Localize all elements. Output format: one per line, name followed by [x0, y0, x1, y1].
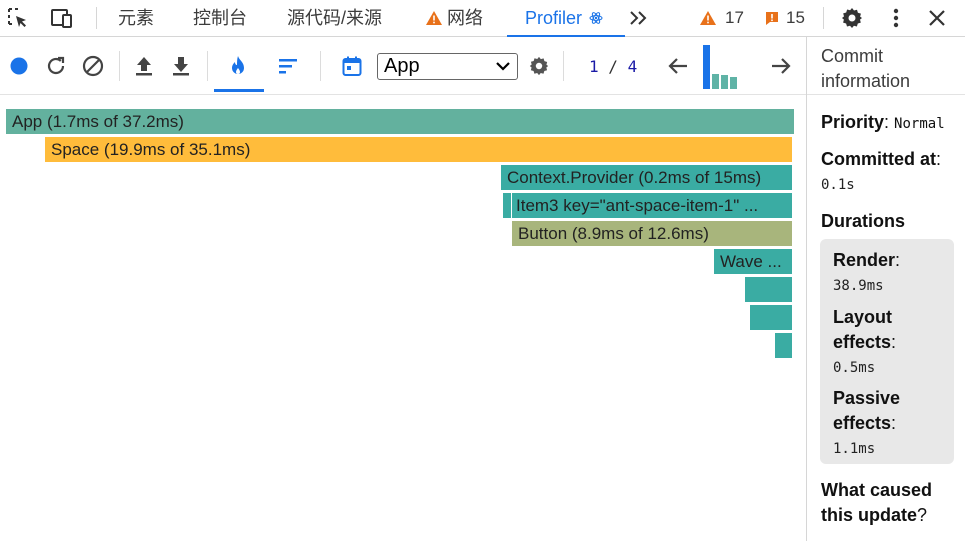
committed-at-text: Committed at — [821, 149, 937, 169]
commit-bar[interactable] — [712, 74, 719, 89]
flamegraph: App (1.7ms of 37.2ms) Space (19.9ms of 3… — [0, 96, 806, 541]
durations-label: Durations — [821, 211, 906, 231]
warning-icon — [425, 2, 443, 38]
divider — [119, 51, 120, 81]
flame-node-item3[interactable]: Item3 key="ant-space-item-1" ... — [512, 193, 792, 218]
divider — [563, 51, 564, 81]
layout-effects-label-line1: Layout — [833, 307, 893, 327]
flame-node-button[interactable]: Button (8.9ms of 12.6ms) — [512, 221, 792, 246]
durations-box: Render: 38.9ms Layout effects: 0.5ms Pas… — [820, 239, 954, 464]
panel-title: Commit information — [807, 37, 965, 95]
what-caused-label-line2: this update? — [821, 505, 928, 525]
divider — [207, 51, 208, 81]
commit-bar[interactable] — [721, 75, 728, 89]
commit-current: 1 — [589, 57, 599, 76]
tab-elements[interactable]: 元素 — [118, 0, 154, 36]
tab-profiler[interactable]: Profiler — [525, 0, 603, 36]
close-icon[interactable] — [924, 5, 950, 31]
passive-effects-label-line1: Passive — [833, 388, 901, 408]
chevron-down-icon — [495, 56, 511, 83]
tab-network-label: 网络 — [447, 8, 483, 28]
commit-information-panel: Commit information Priority: Normal Comm… — [806, 37, 965, 541]
priority-row: Priority: Normal — [821, 112, 945, 132]
commit-index: 1 / 4 — [589, 54, 637, 80]
commit-bar-chart[interactable] — [703, 45, 749, 89]
device-toolbar-icon[interactable] — [49, 5, 75, 31]
issues-icon[interactable] — [762, 5, 782, 31]
flamegraph-chart-icon[interactable] — [225, 53, 251, 79]
passive-effects-text: effects — [833, 413, 892, 433]
flame-node-child[interactable] — [775, 333, 792, 358]
ranked-chart-icon[interactable] — [275, 53, 301, 79]
warnings-icon[interactable] — [698, 5, 718, 31]
tab-profiler-label: Profiler — [525, 8, 583, 28]
commit-bar[interactable] — [730, 77, 737, 89]
what-caused-text: this update — [821, 505, 918, 525]
active-view-indicator — [214, 89, 264, 92]
flame-node-child[interactable] — [745, 277, 792, 302]
warnings-count[interactable]: 17 — [725, 0, 744, 36]
passive-effects-label-line2: effects: — [833, 413, 897, 433]
layout-effects-text: effects — [833, 332, 892, 352]
divider — [823, 7, 824, 29]
tab-sources[interactable]: 源代码/来源 — [287, 0, 382, 36]
clear-profiling-data-icon[interactable] — [80, 53, 106, 79]
commit-bar[interactable] — [703, 45, 710, 89]
render-label: Render: — [833, 250, 901, 270]
previous-commit-arrow-icon[interactable] — [665, 53, 691, 79]
more-options-icon[interactable] — [883, 5, 909, 31]
inspect-element-icon[interactable] — [5, 5, 31, 31]
tab-network[interactable]: 网络 — [425, 0, 483, 36]
issues-count[interactable]: 15 — [786, 0, 805, 36]
load-profile-icon[interactable] — [131, 53, 157, 79]
tab-console[interactable]: 控制台 — [193, 0, 247, 36]
layout-effects-value: 0.5ms — [833, 360, 876, 376]
flame-node-app[interactable]: App (1.7ms of 37.2ms) — [6, 109, 794, 134]
flame-node-space[interactable]: Space (19.9ms of 35.1ms) — [45, 137, 792, 162]
committed-at-value: 0.1s — [821, 177, 855, 193]
divider — [96, 7, 97, 29]
render-value: 38.9ms — [833, 278, 884, 294]
priority-value: Normal — [894, 116, 945, 132]
divider — [320, 51, 321, 81]
passive-effects-value: 1.1ms — [833, 441, 876, 457]
devtools-tab-bar: 元素 控制台 源代码/来源 网络 Profiler 17 15 — [0, 0, 965, 37]
commit-separator: / — [608, 57, 618, 76]
record-button-icon[interactable] — [6, 53, 32, 79]
profiler-toolbar: App 1 / 4 — [0, 37, 806, 95]
flame-node-context-provider[interactable]: Context.Provider (0.2ms of 15ms) — [501, 165, 792, 190]
flame-node-wave[interactable]: Wave ... — [714, 249, 792, 274]
root-selector-dropdown[interactable]: App — [377, 53, 518, 80]
render-text: Render — [833, 250, 896, 270]
flame-node-small[interactable] — [503, 193, 511, 218]
reload-and-profile-icon[interactable] — [43, 53, 69, 79]
timeline-calendar-icon[interactable] — [339, 53, 365, 79]
committed-at-label: Committed at: — [821, 149, 942, 169]
more-tabs-chevron-icon[interactable] — [626, 5, 652, 31]
react-icon — [589, 1, 603, 37]
flame-node-child[interactable] — [750, 305, 792, 330]
what-caused-label-line1: What caused — [821, 480, 933, 500]
settings-gear-icon[interactable] — [839, 5, 865, 31]
save-profile-icon[interactable] — [168, 53, 194, 79]
layout-effects-label-line2: effects: — [833, 332, 897, 352]
next-commit-arrow-icon[interactable] — [768, 53, 794, 79]
profiler-settings-gear-icon[interactable] — [526, 53, 552, 79]
priority-label: Priority — [821, 112, 885, 132]
commit-total: 4 — [627, 57, 638, 76]
root-selector-value: App — [384, 55, 420, 77]
